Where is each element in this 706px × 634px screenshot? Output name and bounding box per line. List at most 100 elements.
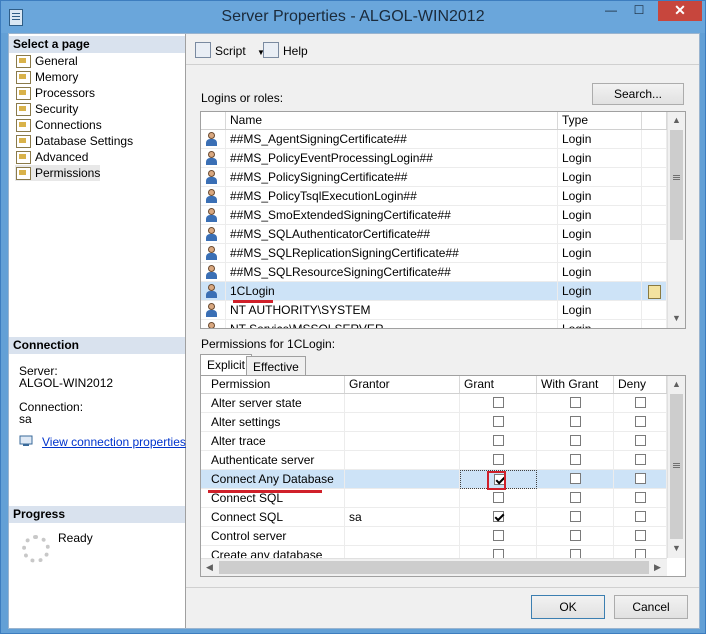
table-row[interactable]: ##MS_AgentSigningCertificate## Login	[201, 130, 667, 149]
table-row[interactable]: ##MS_SmoExtendedSigningCertificate## Logi…	[201, 206, 667, 225]
sidebar-item-permissions[interactable]: Permissions	[15, 165, 101, 181]
table-row[interactable]: ##MS_SQLAuthenticatorCertificate## Login	[201, 225, 667, 244]
sidebar-item-processors[interactable]: Processors	[15, 85, 95, 101]
sidebar-item-label: Permissions	[35, 166, 101, 180]
deny-checkbox[interactable]	[635, 454, 646, 465]
deny-checkbox[interactable]	[635, 511, 646, 522]
view-connection-properties-link[interactable]: View connection properties	[42, 435, 186, 449]
help-icon	[263, 42, 279, 58]
table-row[interactable]: Connect SQL sa	[201, 508, 667, 527]
deny-checkbox[interactable]	[635, 492, 646, 503]
login-extra-cell	[642, 263, 667, 282]
perm-scroll-down-icon[interactable]: ▼	[668, 540, 685, 557]
permissions-scroll-thumb[interactable]	[670, 394, 683, 539]
grant-checkbox[interactable]	[493, 530, 504, 541]
table-row[interactable]: Alter trace	[201, 432, 667, 451]
sidebar-item-memory[interactable]: Memory	[15, 69, 78, 85]
grant-checkbox[interactable]	[493, 511, 504, 522]
script-button[interactable]: Script ▼	[195, 42, 265, 60]
permissions-horizontal-scrollbar[interactable]: ◀ ▶	[201, 558, 667, 576]
ok-button[interactable]: OK	[531, 595, 605, 619]
cancel-button[interactable]: Cancel	[614, 595, 688, 619]
logins-column-name[interactable]: Name	[226, 112, 558, 129]
table-row[interactable]: NT AUTHORITY\SYSTEM Login	[201, 301, 667, 320]
title-bar[interactable]: Server Properties - ALGOL-WIN2012 — ☐ ✕	[1, 1, 705, 33]
with-grant-checkbox[interactable]	[570, 473, 581, 484]
table-row[interactable]: ##MS_PolicyEventProcessingLogin## Login	[201, 149, 667, 168]
table-row[interactable]: Authenticate server	[201, 451, 667, 470]
login-extra-cell	[642, 187, 667, 206]
login-type: Login	[558, 225, 642, 244]
permissions-label: Permissions for 1CLogin:	[201, 337, 336, 351]
permissions-column-deny[interactable]: Deny	[614, 376, 667, 393]
user-icon	[205, 170, 218, 184]
login-extra-cell	[642, 206, 667, 225]
sidebar-item-label: General	[35, 54, 78, 68]
table-row[interactable]: Alter settings	[201, 413, 667, 432]
sidebar-item-advanced[interactable]: Advanced	[15, 149, 88, 165]
sidebar-item-security[interactable]: Security	[15, 101, 78, 117]
permissions-grid: Permission Grantor Grant With Grant Deny…	[200, 375, 686, 577]
with-grant-checkbox[interactable]	[570, 435, 581, 446]
deny-checkbox[interactable]	[635, 473, 646, 484]
permission-name: Alter server state	[201, 394, 345, 413]
with-grant-checkbox[interactable]	[570, 416, 581, 427]
sidebar-item-label: Connections	[35, 118, 102, 132]
with-grant-checkbox[interactable]	[570, 511, 581, 522]
perm-hscroll-thumb[interactable]	[219, 561, 649, 574]
table-row[interactable]: Connect Any Database	[201, 470, 667, 489]
with-grant-checkbox[interactable]	[570, 492, 581, 503]
tab-effective[interactable]: Effective	[246, 356, 306, 376]
table-row[interactable]: ##MS_SQLResourceSigningCertificate## Logi…	[201, 263, 667, 282]
deny-checkbox[interactable]	[635, 435, 646, 446]
grant-checkbox[interactable]	[493, 397, 504, 408]
permission-deny-cell	[614, 432, 667, 451]
logins-scroll-thumb[interactable]	[670, 130, 683, 240]
perm-scroll-left-icon[interactable]: ◀	[201, 559, 218, 576]
deny-checkbox[interactable]	[635, 416, 646, 427]
sidebar-item-general[interactable]: General	[15, 53, 78, 69]
table-row[interactable]: ##MS_PolicyTsqlExecutionLogin## Login	[201, 187, 667, 206]
help-button[interactable]: Help	[263, 42, 308, 60]
user-icon	[205, 227, 218, 241]
with-grant-checkbox[interactable]	[570, 530, 581, 541]
tab-explicit[interactable]: Explicit	[200, 354, 253, 376]
perm-scroll-up-icon[interactable]: ▲	[668, 376, 685, 393]
logins-vertical-scrollbar[interactable]: ▲ ▼	[667, 112, 685, 328]
sidebar-item-database-settings[interactable]: Database Settings	[15, 133, 133, 149]
minimize-button[interactable]: —	[598, 1, 624, 21]
permissions-vertical-scrollbar[interactable]: ▲ ▼	[667, 376, 685, 558]
logins-column-type[interactable]: Type	[558, 112, 642, 129]
perm-scroll-right-icon[interactable]: ▶	[649, 559, 666, 576]
deny-checkbox[interactable]	[635, 397, 646, 408]
table-row[interactable]: Control server	[201, 527, 667, 546]
login-type: Login	[558, 130, 642, 149]
close-button[interactable]: ✕	[658, 1, 702, 21]
scroll-down-icon[interactable]: ▼	[668, 310, 685, 327]
permissions-column-grantor[interactable]: Grantor	[345, 376, 460, 393]
with-grant-checkbox[interactable]	[570, 397, 581, 408]
search-button[interactable]: Search...	[592, 83, 684, 105]
table-row[interactable]: 1CLogin Login	[201, 282, 667, 301]
permissions-column-permission[interactable]: Permission	[201, 376, 345, 393]
maximize-button[interactable]: ☐	[626, 1, 652, 21]
with-grant-checkbox[interactable]	[570, 454, 581, 465]
edit-properties-icon[interactable]	[648, 285, 661, 299]
table-row[interactable]: ##MS_PolicySigningCertificate## Login	[201, 168, 667, 187]
logins-icon-column	[201, 112, 226, 129]
permissions-column-grant[interactable]: Grant	[460, 376, 537, 393]
connection-header: Connection	[9, 337, 185, 354]
table-row[interactable]: ##MS_SQLReplicationSigningCertificate## L…	[201, 244, 667, 263]
grant-checkbox[interactable]	[493, 454, 504, 465]
grant-checkbox[interactable]	[493, 435, 504, 446]
grant-checkbox[interactable]	[493, 416, 504, 427]
scroll-up-icon[interactable]: ▲	[668, 112, 685, 129]
table-row[interactable]: NT Service\MSSQLSERVER Login	[201, 320, 667, 328]
deny-checkbox[interactable]	[635, 530, 646, 541]
permissions-column-with-grant[interactable]: With Grant	[537, 376, 614, 393]
permission-grantor	[345, 394, 460, 413]
sidebar-item-connections[interactable]: Connections	[15, 117, 102, 133]
grant-checkbox[interactable]	[493, 492, 504, 503]
user-icon	[205, 208, 218, 222]
table-row[interactable]: Alter server state	[201, 394, 667, 413]
